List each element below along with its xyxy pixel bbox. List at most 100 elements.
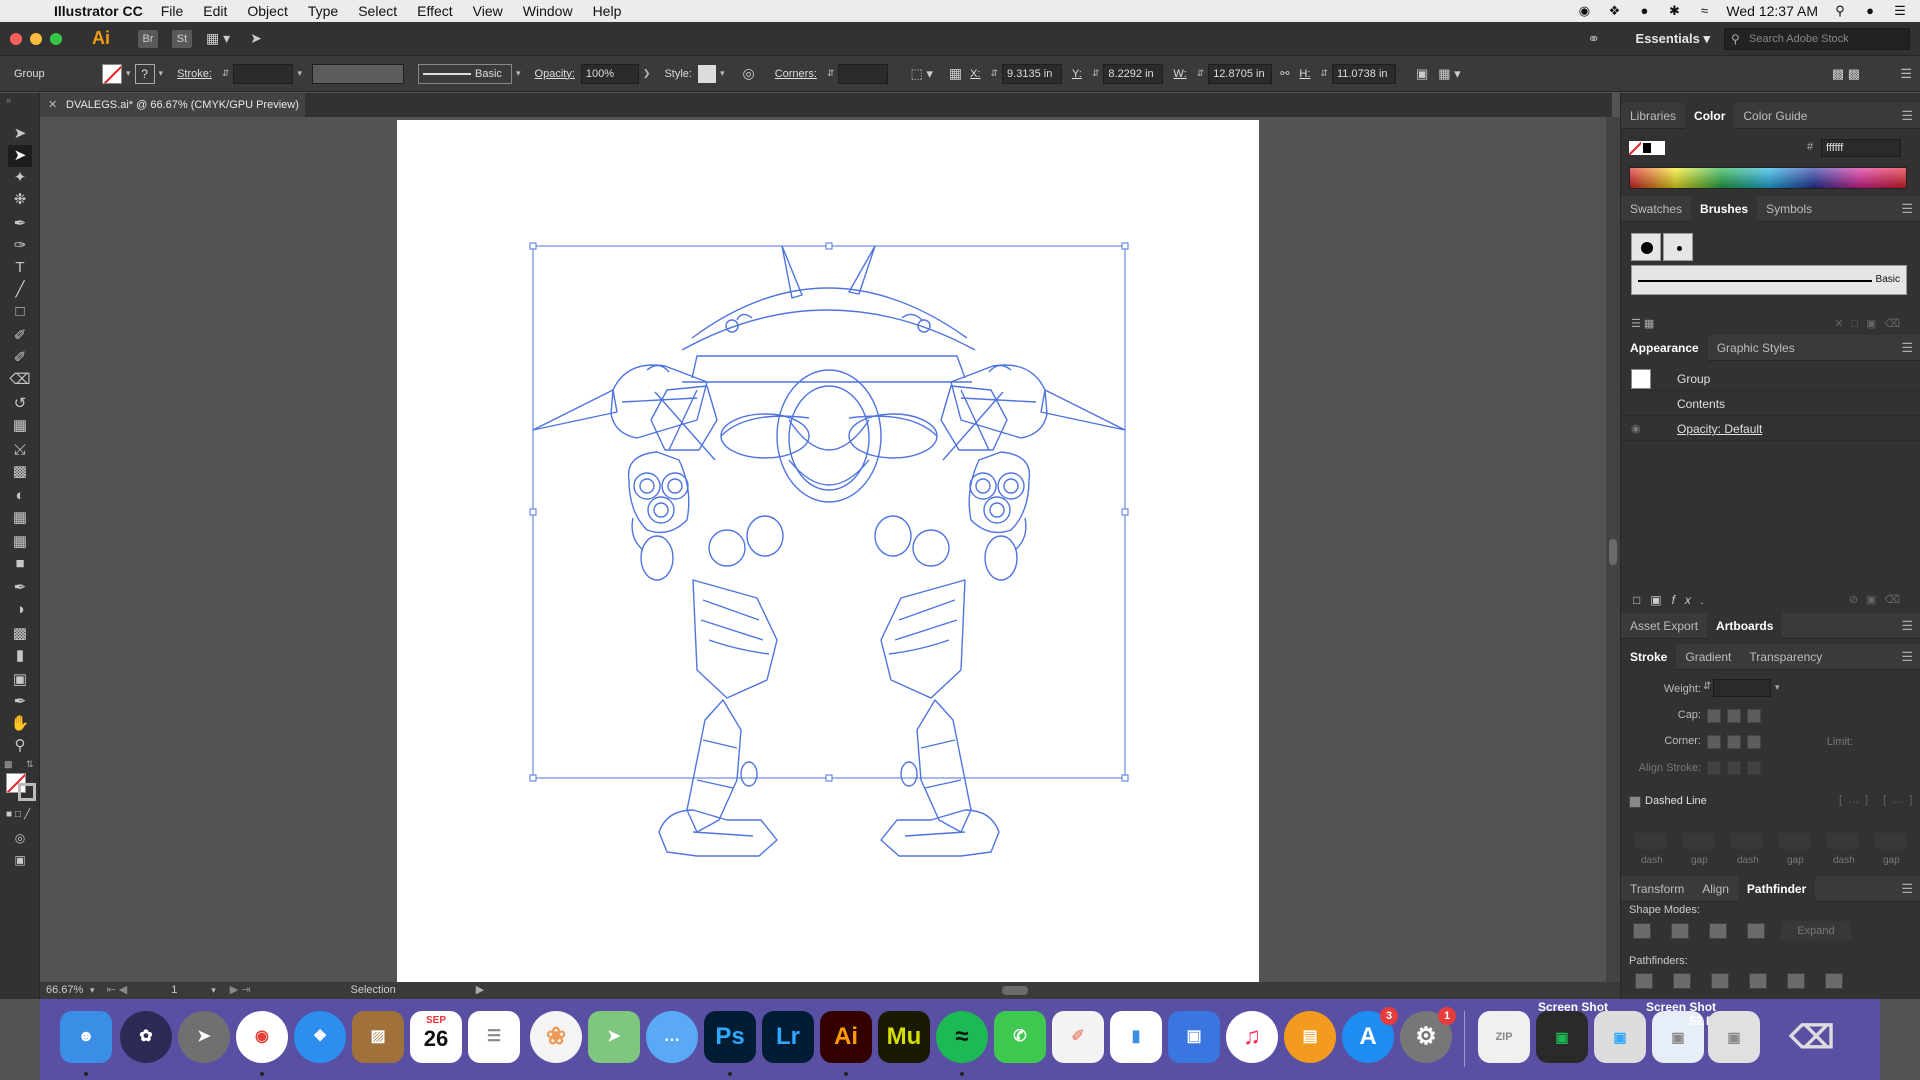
tab-asset-export[interactable]: Asset Export — [1621, 613, 1707, 639]
outline-button[interactable] — [1787, 973, 1805, 989]
color-panel-menu-icon[interactable]: ☰ — [1901, 103, 1913, 129]
dropbox-icon[interactable]: ❖ — [1606, 3, 1622, 19]
opacity-field[interactable]: 100% — [580, 63, 639, 84]
close-window-button[interactable] — [10, 32, 22, 45]
stroke-panel-menu-icon[interactable]: ☰ — [1901, 644, 1913, 670]
notefile-icon[interactable]: ▨ — [352, 1011, 404, 1063]
stroke-swatch[interactable]: ? — [134, 63, 155, 84]
y-field[interactable]: 8.2292 in — [1103, 63, 1164, 84]
perspective-grid-tool-icon[interactable]: ▦ — [8, 507, 32, 529]
photos-icon[interactable]: ❀ — [530, 1011, 582, 1063]
x-stepper[interactable]: ⇵ — [991, 68, 999, 79]
tab-color[interactable]: Color — [1685, 102, 1735, 129]
hex-color-field[interactable]: ffffff — [1821, 139, 1901, 157]
rectangle-tool-icon[interactable]: □ — [8, 301, 32, 323]
free-transform-tool-icon[interactable]: ▩ — [8, 461, 32, 483]
h-stepper[interactable]: ⇵ — [1320, 68, 1328, 79]
round-cap-icon[interactable] — [1727, 709, 1741, 723]
system-preferences-icon[interactable]: ⚙ 1 — [1400, 1007, 1456, 1063]
graphic-style-swatch[interactable] — [697, 64, 716, 83]
swap-colors-icon[interactable]: ⇅ — [26, 759, 34, 770]
dash-field-3[interactable] — [1827, 833, 1859, 849]
stroke-color-box[interactable] — [18, 783, 36, 801]
recolor-artwork-icon[interactable]: ◎ — [742, 65, 754, 82]
corners-field[interactable] — [838, 63, 889, 84]
y-stepper[interactable]: ⇵ — [1092, 68, 1100, 79]
photoshop-icon[interactable]: Ps — [704, 1011, 756, 1063]
projecting-cap-icon[interactable] — [1747, 709, 1761, 723]
stroke-label[interactable]: Stroke: — [177, 68, 212, 80]
gradient-tool-icon[interactable]: ■ — [8, 553, 32, 575]
tab-transform[interactable]: Transform — [1621, 876, 1693, 902]
siri-dock-icon[interactable]: ✿ — [120, 1011, 172, 1063]
bridge-button[interactable]: Br — [138, 29, 158, 48]
minus-back-button[interactable] — [1825, 973, 1843, 989]
drawing-mode-icon[interactable]: ◎ — [8, 827, 32, 849]
archive-file-icon[interactable]: ZIP — [1478, 1011, 1530, 1063]
transform-options-icon[interactable]: ▦ ▾ — [1438, 66, 1460, 82]
appearance-actions-icons[interactable]: ⊘▣⌫ — [1849, 593, 1908, 606]
tab-artboards[interactable]: Artboards — [1707, 612, 1783, 639]
minimize-window-button[interactable] — [30, 32, 42, 45]
status-icon[interactable]: ● — [1636, 3, 1652, 19]
safari-icon[interactable]: ❖ — [294, 1011, 346, 1063]
screenshot-thumbnail-1[interactable]: ▣ — [1536, 1011, 1588, 1063]
weight-stepper[interactable]: ⇵ — [1703, 681, 1711, 692]
tab-brushes[interactable]: Brushes — [1691, 195, 1758, 222]
butt-cap-icon[interactable] — [1707, 709, 1721, 723]
round-join-icon[interactable] — [1727, 735, 1741, 749]
menu-view[interactable]: View — [473, 3, 503, 19]
tab-graphic-styles[interactable]: Graphic Styles — [1708, 335, 1804, 361]
app-store-icon[interactable]: A3 — [1342, 1007, 1398, 1063]
stroke-weight-field[interactable] — [233, 63, 294, 84]
launchpad-icon[interactable]: ➤ — [178, 1011, 230, 1063]
vertical-scroll-thumb[interactable] — [1609, 539, 1617, 565]
tab-symbols[interactable]: Symbols — [1757, 196, 1821, 222]
h-label[interactable]: H: — [1299, 68, 1310, 80]
siri-icon[interactable]: ● — [1862, 3, 1878, 19]
notification-center-icon[interactable]: ☰ — [1892, 3, 1908, 19]
menu-file[interactable]: File — [161, 3, 184, 19]
lasso-tool-icon[interactable]: ❉ — [8, 189, 32, 211]
column-graph-tool-icon[interactable]: ▮ — [8, 645, 32, 667]
spotify-icon[interactable]: ≈ — [936, 1011, 988, 1063]
stroke-dropdown-icon[interactable]: ▾ — [159, 68, 164, 79]
slice-tool-icon[interactable]: ✒ — [8, 691, 32, 713]
numbers-icon[interactable]: ▮ — [1110, 1011, 1162, 1063]
tab-gradient[interactable]: Gradient — [1676, 644, 1740, 670]
eyedropper-tool-icon[interactable]: ✒ — [8, 577, 32, 599]
dash-field-1[interactable] — [1635, 833, 1667, 849]
zoom-window-button[interactable] — [50, 32, 62, 45]
collapse-icon[interactable]: » — [6, 95, 11, 105]
visibility-eye-icon[interactable]: ◉ — [1631, 422, 1641, 435]
gap-field-2[interactable] — [1779, 833, 1811, 849]
w-field[interactable]: 12.8705 in — [1208, 63, 1273, 84]
artboard[interactable] — [397, 120, 1259, 982]
gap-field-3[interactable] — [1875, 833, 1907, 849]
minus-front-button[interactable] — [1671, 923, 1689, 939]
w-stepper[interactable]: ⇵ — [1197, 68, 1205, 79]
mech-legs-artwork[interactable] — [397, 120, 1259, 982]
merge-button[interactable] — [1711, 973, 1729, 989]
menu-effect[interactable]: Effect — [417, 3, 453, 19]
artboards-panel-menu-icon[interactable]: ☰ — [1901, 613, 1913, 639]
lightbulb-icon[interactable]: ⚭ — [1587, 30, 1600, 48]
menu-window[interactable]: Window — [523, 3, 573, 19]
artboard-number[interactable]: 1 — [167, 982, 207, 999]
artboard-dropdown-icon[interactable]: ▾ — [211, 982, 216, 999]
w-label[interactable]: W: — [1173, 68, 1186, 80]
shaper-tool-icon[interactable]: ✐ — [8, 347, 32, 369]
menu-edit[interactable]: Edit — [203, 3, 227, 19]
opacity-arrow-icon[interactable]: ❯ — [643, 68, 651, 79]
finder-icon[interactable]: ☻ — [60, 1011, 112, 1063]
appearance-add-icons[interactable]: □▣fx. — [1633, 593, 1714, 607]
width-tool-icon[interactable]: ⤩ — [8, 439, 32, 461]
tab-transparency[interactable]: Transparency — [1740, 644, 1831, 670]
brushes-panel-menu-icon[interactable]: ☰ — [1901, 196, 1913, 222]
gap-field-1[interactable] — [1683, 833, 1715, 849]
close-tab-icon[interactable]: ✕ — [48, 93, 57, 117]
align-to-selection-icon[interactable]: ⬚ ▾ — [910, 66, 932, 82]
scale-tool-icon[interactable]: ▦ — [8, 415, 32, 437]
type-tool-icon[interactable]: T — [8, 257, 32, 279]
appearance-row-opacity[interactable]: Opacity: Default — [1621, 417, 1920, 441]
